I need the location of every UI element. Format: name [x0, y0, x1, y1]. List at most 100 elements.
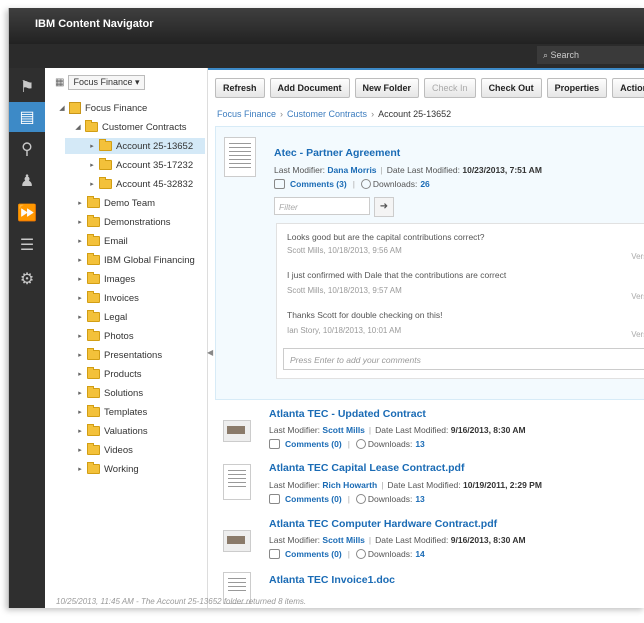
tree-item-folder[interactable]: ▸ Images [75, 271, 135, 287]
folder-icon [85, 120, 98, 132]
folder-icon [87, 367, 100, 379]
tree-item-folder[interactable]: ▸ Templates [75, 404, 147, 420]
tree-root-label: Focus Finance [85, 102, 148, 114]
expand-icon[interactable]: ▸ [75, 351, 85, 359]
expand-icon[interactable]: ◢ [57, 104, 67, 112]
last-modifier-label: Last Modifier: [274, 165, 326, 175]
document-thumbnail[interactable] [223, 420, 251, 442]
settings-icon[interactable]: ⚙ [9, 264, 45, 294]
last-modifier-link[interactable]: Dana Morris [327, 165, 376, 175]
tree-item-folder[interactable]: ▸ Email [75, 233, 128, 249]
expand-icon[interactable]: ▸ [87, 142, 97, 150]
downloads-count: 14 [415, 549, 425, 559]
download-icon [355, 439, 366, 449]
last-modifier-link[interactable]: Scott Mills [322, 425, 365, 435]
add-comment-input[interactable]: Press Enter to add your comments [283, 348, 644, 370]
document-row-expanded[interactable]: Atec - Partner Agreement Last Modifier: … [215, 126, 644, 400]
tree-item-account-1[interactable]: ▸ Account 25-13652 [65, 138, 205, 154]
tree-item-folder[interactable]: ▸ Solutions [75, 385, 143, 401]
tree-item-label: Customer Contracts [102, 121, 187, 133]
last-modifier-label: Last Modifier: [269, 480, 321, 490]
document-thumbnail[interactable] [223, 464, 251, 500]
expand-icon[interactable]: ▸ [75, 313, 85, 321]
document-name-link[interactable]: Atlanta TEC Capital Lease Contract.pdf [269, 462, 464, 474]
folder-icon [87, 405, 100, 417]
tree-item-label: Videos [104, 444, 133, 456]
tree-item-folder[interactable]: ▸ Legal [75, 309, 127, 325]
work-icon[interactable]: ⏩ [9, 198, 45, 228]
tree-root[interactable]: ◢ Focus Finance [57, 100, 147, 116]
tree-item-label: Valuations [104, 425, 148, 437]
comment-icon [269, 494, 280, 504]
check-out-button[interactable]: Check Out [480, 78, 542, 98]
search-icon[interactable]: ⚲ [9, 134, 45, 164]
expand-icon[interactable]: ▸ [75, 427, 85, 435]
expand-icon[interactable]: ▸ [75, 256, 85, 264]
expand-icon[interactable]: ▸ [75, 446, 85, 454]
tree-item-folder[interactable]: ▸ Products [75, 366, 142, 382]
tree-item-folder[interactable]: ▸ Demonstrations [75, 214, 171, 230]
tree-item-folder[interactable]: ▸ Working [75, 461, 139, 477]
refresh-button[interactable]: Refresh [215, 78, 265, 98]
comments-link[interactable]: Comments (3) [290, 179, 347, 189]
tree-item-customer-contracts[interactable]: ◢ Customer Contracts [73, 119, 186, 135]
expand-icon[interactable]: ◢ [73, 123, 83, 131]
comments-link[interactable]: Comments (0) [285, 549, 342, 559]
repository-dropdown[interactable]: Focus Finance ▾ [68, 74, 145, 90]
document-name-link[interactable]: Atlanta TEC Computer Hardware Contract.p… [269, 518, 497, 530]
document-name-link[interactable]: Atlanta TEC - Updated Contract [269, 408, 426, 420]
filter-go-icon[interactable]: ➜ [374, 197, 394, 217]
document-name-link[interactable]: Atlanta TEC Invoice1.doc [269, 574, 395, 586]
tree-item-account-3[interactable]: ▸ Account 45-32832 [87, 176, 193, 192]
comments-link[interactable]: Comments (0) [285, 494, 342, 504]
expand-icon[interactable]: ▸ [75, 275, 85, 283]
browse-icon[interactable]: ▤ [9, 102, 45, 132]
date-modified-value: 9/16/2013, 8:30 AM [450, 535, 526, 545]
tree-item-folder[interactable]: ▸ Valuations [75, 423, 148, 439]
folder-icon [87, 272, 100, 284]
actions-button[interactable]: Actions ▾ [612, 78, 644, 98]
expand-icon[interactable]: ▸ [87, 180, 97, 188]
expand-icon[interactable]: ▸ [75, 370, 85, 378]
tree-item-folder[interactable]: ▸ Demo Team [75, 195, 155, 211]
breadcrumb-customer-contracts[interactable]: Customer Contracts [287, 109, 367, 119]
expand-icon[interactable]: ▸ [75, 332, 85, 340]
expand-icon[interactable]: ▸ [75, 237, 85, 245]
repository-selector[interactable]: ▦ Focus Finance ▾ [55, 74, 145, 90]
expand-icon[interactable]: ▸ [75, 408, 85, 416]
expand-icon[interactable]: ▸ [75, 218, 85, 226]
breadcrumb-focus-finance[interactable]: Focus Finance [217, 109, 276, 119]
expand-icon[interactable]: ▸ [75, 294, 85, 302]
tree-item-folder[interactable]: ▸ Invoices [75, 290, 139, 306]
comment-version: Versi [631, 252, 644, 261]
add-document-button[interactable]: Add Document [269, 78, 350, 98]
tree-item-folder[interactable]: ▸ IBM Global Financing [75, 252, 195, 268]
global-search-input[interactable]: ⌕ Search [537, 46, 644, 64]
document-thumbnail[interactable] [223, 530, 251, 552]
folder-icon [87, 424, 100, 436]
reports-icon[interactable]: ☰ [9, 230, 45, 260]
comments-link[interactable]: Comments (0) [285, 439, 342, 449]
check-in-button[interactable]: Check In [424, 78, 476, 98]
new-folder-button[interactable]: New Folder [354, 78, 420, 98]
comments-panel: Looks good but are the capital contribut… [276, 223, 644, 379]
tree-item-account-2[interactable]: ▸ Account 35-17232 [87, 157, 193, 173]
last-modifier-link[interactable]: Scott Mills [322, 535, 365, 545]
properties-button[interactable]: Properties [546, 78, 608, 98]
tree-item-label: IBM Global Financing [104, 254, 195, 266]
tree-item-folder[interactable]: ▸ Videos [75, 442, 133, 458]
tree-item-folder[interactable]: ▸ Presentations [75, 347, 162, 363]
expand-icon[interactable]: ▸ [87, 161, 97, 169]
downloads-count: 13 [415, 439, 425, 449]
favorites-icon[interactable]: ⚑ [9, 72, 45, 102]
expand-icon[interactable]: ▸ [75, 199, 85, 207]
tree-item-folder[interactable]: ▸ Photos [75, 328, 134, 344]
teamspaces-icon[interactable]: ♟ [9, 166, 45, 196]
comment-filter-input[interactable]: Filter [274, 197, 370, 215]
last-modifier-link[interactable]: Rich Howarth [322, 480, 377, 490]
expand-icon[interactable]: ▸ [75, 389, 85, 397]
date-modified-label: Date Last Modified: [386, 165, 460, 175]
document-name-link[interactable]: Atec - Partner Agreement [274, 147, 400, 159]
expand-icon[interactable]: ▸ [75, 465, 85, 473]
document-thumbnail[interactable] [224, 137, 256, 177]
